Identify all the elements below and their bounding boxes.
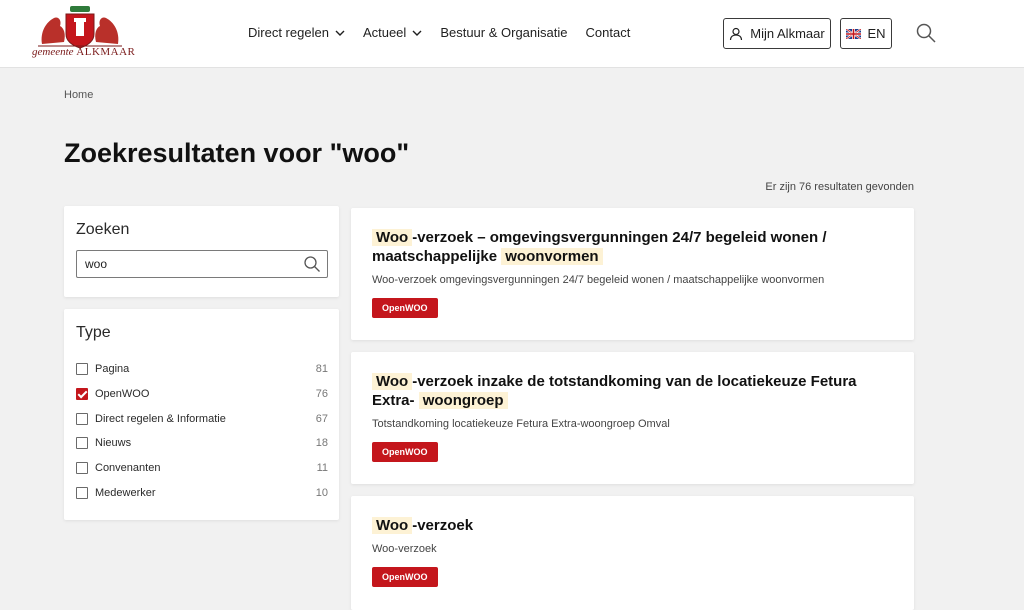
filter-medewerker[interactable]: Medewerker 10 xyxy=(76,480,328,505)
filter-count: 81 xyxy=(315,363,328,376)
result-title-text: -verzoek xyxy=(412,517,474,534)
checkbox[interactable] xyxy=(76,462,88,475)
search-submit-icon[interactable] xyxy=(303,255,321,273)
search-result: Woo -verzoek – omgevingsvergunningen 24/7… xyxy=(351,208,914,340)
mijn-alkmaar-button[interactable]: Mijn Alkmaar xyxy=(723,18,831,49)
breadcrumb-home-link[interactable]: Home xyxy=(64,89,93,101)
mijn-alkmaar-label: Mijn Alkmaar xyxy=(750,26,825,41)
search-field xyxy=(76,250,328,278)
filter-label: Pagina xyxy=(95,363,130,376)
result-title-highlight: Woo xyxy=(372,373,413,390)
nav-item-label: Contact xyxy=(585,25,631,40)
logo-text-gemeente: gemeente xyxy=(32,46,74,58)
checkbox-checked[interactable] xyxy=(76,388,88,401)
checkbox[interactable] xyxy=(76,412,88,425)
filter-count: 76 xyxy=(315,388,328,401)
filter-label: Direct regelen & Informatie xyxy=(95,412,226,425)
result-description: Woo-verzoek omgevingsvergunningen 24/7 b… xyxy=(372,274,825,286)
language-label: EN xyxy=(867,26,886,41)
search-result: Woo -verzoek Woo-verzoek OpenWOO xyxy=(351,496,914,610)
nav-item-label: Bestuur & Organisatie xyxy=(440,25,568,40)
logo-wordmark: gemeente ALKMAAR xyxy=(32,46,135,58)
result-title-link[interactable]: Woo -verzoek xyxy=(372,516,893,535)
search-result: Woo -verzoek inzake de totstandkoming van… xyxy=(351,352,914,484)
filter-openwoo[interactable]: OpenWOO 76 xyxy=(76,382,328,407)
result-title-link[interactable]: Woo -verzoek inzake de totstandkoming van… xyxy=(372,372,893,410)
nav-item-actueel[interactable]: Actueel xyxy=(363,25,422,40)
result-type-badge: OpenWOO xyxy=(372,567,438,587)
result-type-badge: OpenWOO xyxy=(372,442,438,462)
result-title-highlight: woonvormen xyxy=(501,248,603,265)
result-description: Totstandkoming locatiekeuze Fetura Extra… xyxy=(372,418,670,430)
filter-label: Medewerker xyxy=(95,486,156,499)
type-filter-list: Pagina 81 OpenWOO 76 Direct regelen & In… xyxy=(76,357,328,505)
coat-of-arms-icon xyxy=(38,6,122,49)
result-type-badge: OpenWOO xyxy=(372,298,438,318)
result-title-highlight: woongroep xyxy=(418,392,508,409)
main-nav: Direct regelen Actueel Bestuur & Organis… xyxy=(248,25,630,40)
nav-item-direct-regelen[interactable]: Direct regelen xyxy=(248,25,345,40)
checkbox[interactable] xyxy=(76,437,88,450)
filter-label: Convenanten xyxy=(95,462,161,475)
search-input[interactable] xyxy=(77,251,297,277)
result-title-link[interactable]: Woo -verzoek – omgevingsvergunningen 24/7… xyxy=(372,228,893,266)
checkbox[interactable] xyxy=(76,486,88,499)
search-panel-heading: Zoeken xyxy=(76,221,130,238)
filter-label: OpenWOO xyxy=(95,388,150,401)
nav-item-label: Actueel xyxy=(362,25,407,40)
nav-item-bestuur-organisatie[interactable]: Bestuur & Organisatie xyxy=(440,25,567,40)
filter-label: Nieuws xyxy=(95,437,132,450)
filter-direct-regelen-informatie[interactable]: Direct regelen & Informatie 67 xyxy=(76,406,328,431)
language-switch-button[interactable]: EN xyxy=(840,18,892,49)
filter-nieuws[interactable]: Nieuws 18 xyxy=(76,431,328,456)
filter-count: 11 xyxy=(316,462,328,475)
page-title: Zoekresultaten voor "woo" xyxy=(64,138,410,168)
chevron-down-icon xyxy=(335,30,345,36)
type-panel-heading: Type xyxy=(76,324,111,341)
search-panel: Zoeken xyxy=(64,206,339,297)
checkbox[interactable] xyxy=(76,363,88,376)
result-count: Er zijn 76 resultaten gevonden xyxy=(765,181,914,193)
filter-count: 10 xyxy=(315,486,328,499)
result-title-highlight: Woo xyxy=(372,229,413,246)
filter-count: 67 xyxy=(315,412,328,425)
breadcrumb: Home xyxy=(64,89,93,101)
uk-flag-icon xyxy=(846,28,862,39)
search-icon[interactable] xyxy=(915,22,937,44)
result-title-highlight: Woo xyxy=(372,517,413,534)
result-description: Woo-verzoek xyxy=(372,543,437,555)
filter-convenanten[interactable]: Convenanten 11 xyxy=(76,456,328,481)
chevron-down-icon xyxy=(412,30,422,36)
logo-text-alkmaar: ALKMAAR xyxy=(76,46,136,58)
type-filter-panel: Type Pagina 81 OpenWOO 76 Direct regelen… xyxy=(64,309,339,520)
nav-item-contact[interactable]: Contact xyxy=(586,25,631,40)
filter-count: 18 xyxy=(315,437,328,450)
site-header: gemeente ALKMAAR Direct regelen Actueel … xyxy=(0,0,1024,68)
user-icon xyxy=(730,27,743,40)
filter-pagina[interactable]: Pagina 81 xyxy=(76,357,328,382)
nav-item-label: Direct regelen xyxy=(248,25,329,40)
